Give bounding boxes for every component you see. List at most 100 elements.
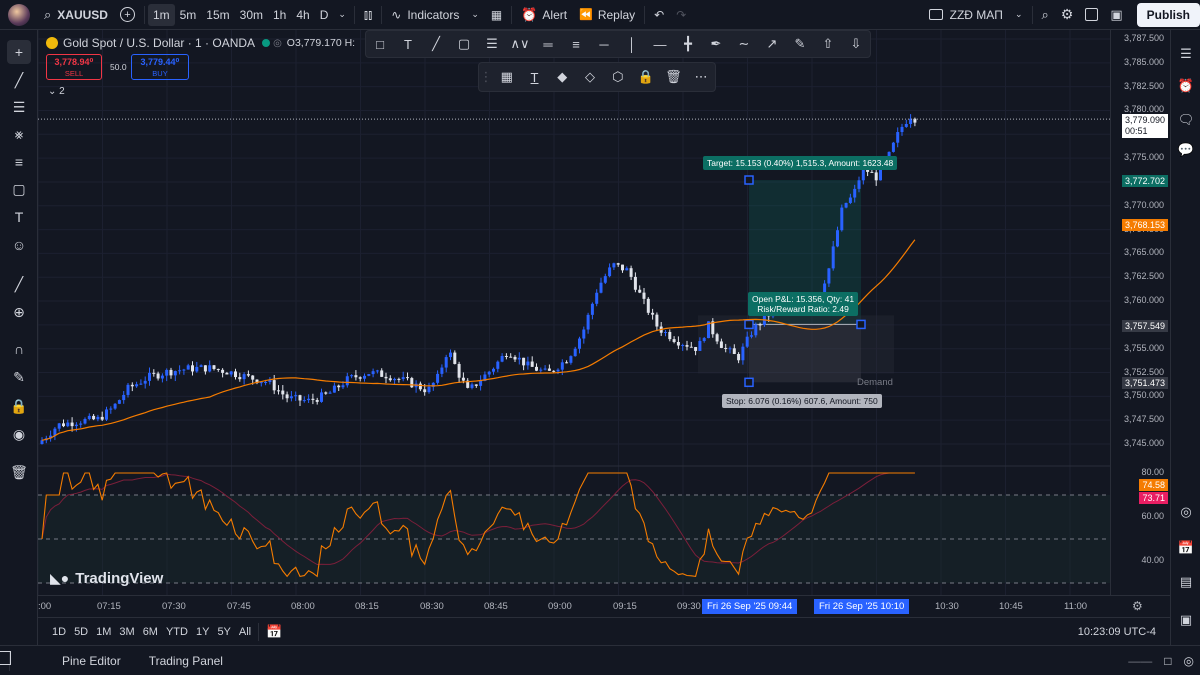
cross-line-icon[interactable]: ╋ xyxy=(674,32,702,56)
range-5Y[interactable]: 5Y xyxy=(213,626,234,638)
clock-timezone[interactable]: 10:23:09 UTC-4 xyxy=(1074,626,1160,638)
indicator-templates-button[interactable]: ⌄ xyxy=(465,3,485,27)
help-icon[interactable]: ◎ xyxy=(1178,649,1200,673)
lock-icon[interactable]: 🔒 xyxy=(632,65,660,89)
pnl-label[interactable]: Open P&L: 15.356, Qty: 41 Risk/Reward Ra… xyxy=(748,292,859,316)
notifications-icon[interactable]: ▣ xyxy=(1176,610,1196,630)
range-YTD[interactable]: YTD xyxy=(162,626,192,638)
more-icon[interactable]: ⋯ xyxy=(687,65,715,89)
settings-icon[interactable]: ⬡ xyxy=(604,65,632,89)
horizontal-lines-icon[interactable]: ☰ xyxy=(7,95,31,119)
alert-button[interactable]: ⏰ Alert xyxy=(515,3,573,27)
chart-type-button[interactable]: ⫾⫾ xyxy=(358,3,378,27)
text-color-icon[interactable]: T xyxy=(521,65,549,89)
fill-color-icon[interactable]: ◆ xyxy=(548,65,576,89)
pitchfork-icon[interactable]: ⨳ xyxy=(7,122,31,146)
pine-editor-tab[interactable]: Pine Editor xyxy=(56,649,127,673)
marker-icon[interactable]: ✎ xyxy=(786,32,814,56)
drag-handle-icon[interactable]: ⋮ xyxy=(479,65,493,89)
eye-icon[interactable]: ◉ xyxy=(7,422,31,446)
callout-icon[interactable]: □ xyxy=(366,32,394,56)
text-tool-icon[interactable]: T xyxy=(7,205,31,229)
timeframe-1m[interactable]: 1m xyxy=(147,3,175,26)
range-1D[interactable]: 1D xyxy=(48,626,70,638)
avatar[interactable] xyxy=(8,3,30,26)
trend-line-icon[interactable]: ╱ xyxy=(7,68,31,92)
undo-button[interactable]: ↶ xyxy=(648,3,670,27)
range-All[interactable]: All xyxy=(235,626,255,638)
chart-pane[interactable]: Target: 15.153 (0.40%) 1,515.3, Amount: … xyxy=(38,30,1110,595)
axis-settings-icon[interactable]: ⚙ xyxy=(1132,599,1143,613)
emoji-icon[interactable]: ☺ xyxy=(7,233,31,257)
ruler-icon[interactable]: ╱ xyxy=(7,272,31,296)
watchlist-icon[interactable]: ☰ xyxy=(1176,44,1196,64)
chats-icon[interactable]: 🗨 xyxy=(1176,110,1196,130)
target-label[interactable]: Target: 15.153 (0.40%) 1,515.3, Amount: … xyxy=(703,156,898,170)
arrow-line-icon[interactable]: ↗ xyxy=(758,32,786,56)
publish-button[interactable]: Publish xyxy=(1136,2,1200,27)
path-icon[interactable]: ∧∨ xyxy=(506,32,534,56)
snapshot-button[interactable]: ▣ xyxy=(1104,3,1128,27)
object-tree-icon[interactable]: ◎ xyxy=(1176,502,1196,522)
calendar-range-icon[interactable]: 📅 xyxy=(262,624,286,640)
trash-icon[interactable]: 🗑 xyxy=(659,65,687,89)
pencil-lock-icon[interactable]: ✎ xyxy=(7,365,31,389)
time-axis[interactable]: :00 07:15 07:30 07:45 08:00 08:15 08:30 … xyxy=(38,595,1170,617)
indicators-collapse-toggle[interactable]: ⌄ 2 xyxy=(48,86,65,97)
crosshair-icon[interactable]: + xyxy=(7,40,31,64)
timeframe-5m[interactable]: 5m xyxy=(175,4,202,26)
brush-icon[interactable]: ✒ xyxy=(702,32,730,56)
timeframe-1h[interactable]: 1h xyxy=(268,4,291,26)
quick-search-button[interactable]: ⌕ xyxy=(1036,3,1055,27)
alerts-icon[interactable]: ⏰ xyxy=(1176,76,1196,96)
sell-button[interactable]: 3,778.94⁰ SELL xyxy=(46,54,102,80)
settings-button[interactable]: ⚙ xyxy=(1055,3,1080,27)
curve-icon[interactable]: ∼ xyxy=(730,32,758,56)
templates-icon[interactable]: ▦ xyxy=(493,65,521,89)
layout-menu-button[interactable]: ZZĐ MAΠ xyxy=(923,3,1009,27)
parallel-channel-icon[interactable]: ═ xyxy=(534,32,562,56)
timeframe-D[interactable]: D xyxy=(315,4,334,26)
fib-icon[interactable]: ☰ xyxy=(478,32,506,56)
compare-symbol-button[interactable]: + xyxy=(114,3,141,27)
indicators-button[interactable]: ∿ Indicators xyxy=(385,3,465,27)
fib-retracement-icon[interactable]: ≡ xyxy=(7,150,31,174)
panel-options-icon[interactable]: —— xyxy=(1122,649,1158,673)
symbol-search[interactable]: ⌕ XAUUSD xyxy=(38,3,114,27)
range-1M[interactable]: 1M xyxy=(92,626,115,638)
chart-canvas[interactable] xyxy=(38,30,1110,595)
arrow-up-icon[interactable]: ⇧ xyxy=(814,32,842,56)
data-window-icon[interactable]: ▤ xyxy=(1176,572,1196,592)
timeframe-15m[interactable]: 15m xyxy=(201,4,234,26)
ideas-icon[interactable]: 💬 xyxy=(1176,140,1196,160)
lock-icon[interactable]: 🔒 xyxy=(7,394,31,418)
price-axis[interactable]: 3,787.500 3,785.000 3,782.500 3,780.000 3,77… xyxy=(1110,30,1170,595)
trend-line-icon[interactable]: ╱ xyxy=(422,32,450,56)
horizontal-ray-icon[interactable]: ─ xyxy=(590,32,618,56)
range-icon[interactable]: ≡ xyxy=(562,32,590,56)
range-3M[interactable]: 3M xyxy=(115,626,138,638)
rectangle-icon[interactable]: ▢ xyxy=(450,32,478,56)
trading-panel-tab[interactable]: Trading Panel xyxy=(143,649,229,673)
range-6M[interactable]: 6M xyxy=(139,626,162,638)
layout-grid-button[interactable]: ▦ xyxy=(485,3,508,27)
timeframe-4h[interactable]: 4h xyxy=(291,4,314,26)
chevron-down-icon[interactable]: ⌄ xyxy=(333,4,351,26)
zoom-in-icon[interactable]: ⊕ xyxy=(7,300,31,324)
maximize-panel-icon[interactable]: □ xyxy=(1158,649,1177,673)
legend-title[interactable]: Gold Spot / U.S. Dollar · 1 · OANDA xyxy=(63,36,255,50)
stop-label[interactable]: Stop: 6.076 (0.16%) 607.6, Amount: 750 xyxy=(722,394,882,408)
fullscreen-button[interactable] xyxy=(1079,3,1104,27)
range-1Y[interactable]: 1Y xyxy=(192,626,213,638)
line-color-icon[interactable]: ◇ xyxy=(576,65,604,89)
vertical-line-icon[interactable]: │ xyxy=(618,32,646,56)
rectangle-icon[interactable]: ▢ xyxy=(7,177,31,201)
layout-dropdown-button[interactable]: ⌄ xyxy=(1009,3,1029,27)
trash-icon[interactable]: 🗑 xyxy=(7,460,31,484)
timeframe-30m[interactable]: 30m xyxy=(235,4,268,26)
buy-button[interactable]: 3,779.44⁰ BUY xyxy=(131,54,189,80)
redo-button[interactable]: ↷ xyxy=(670,3,692,27)
calendar-icon[interactable]: 📅 xyxy=(1176,538,1196,558)
text-icon[interactable]: T xyxy=(394,32,422,56)
eye-icon[interactable]: ◎ xyxy=(273,38,282,49)
